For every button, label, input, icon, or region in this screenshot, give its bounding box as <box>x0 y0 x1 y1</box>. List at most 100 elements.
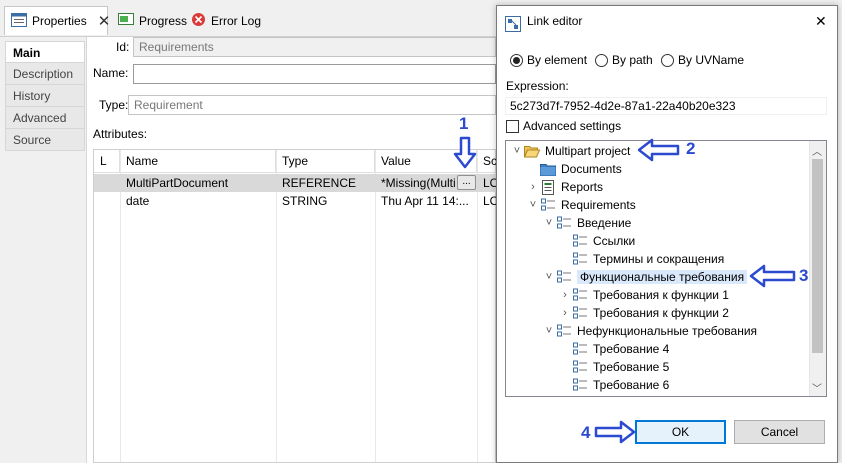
tab-progress-label: Progress <box>139 13 188 28</box>
folder-icon <box>540 161 556 177</box>
row-scope: LO <box>483 176 497 190</box>
name-field[interactable] <box>133 64 496 84</box>
requirements-icon <box>556 323 572 339</box>
view-tab-bar: Properties ✕ Progress Error Log <box>0 0 496 37</box>
header-separator <box>94 172 497 173</box>
tree-node-label: Требование 6 <box>593 378 670 392</box>
chevron-down-icon[interactable]: ˅ <box>542 217 556 229</box>
tree-node[interactable]: ˅ Введение <box>506 214 808 232</box>
close-icon[interactable]: ✕ <box>98 12 111 30</box>
tab-progress[interactable]: Progress <box>112 6 193 35</box>
ok-button[interactable]: OK <box>635 420 726 444</box>
advanced-settings-label: Advanced settings <box>523 119 622 133</box>
dialog-titlebar: Link editor ✕ <box>497 6 837 36</box>
row-type: STRING <box>282 194 328 208</box>
column-header-type[interactable]: Type <box>276 150 375 172</box>
radio-by-uvname[interactable]: By UVName <box>661 53 744 67</box>
tree-node[interactable]: Documents <box>506 160 808 178</box>
annotation-arrow-right-icon <box>594 420 636 444</box>
radio-by-element[interactable]: By element <box>510 53 587 67</box>
dialog-title: Link editor <box>527 14 583 28</box>
tree-node[interactable]: Требование 4 <box>506 340 808 358</box>
chevron-right-icon[interactable]: › <box>526 181 540 193</box>
side-tab-main[interactable]: Main <box>5 41 85 63</box>
tree-node[interactable]: Ссылки <box>506 232 808 250</box>
tree-node[interactable]: › Требования к функции 2 <box>506 304 808 322</box>
tree-node-label: Введение <box>577 216 632 230</box>
radio-by-path[interactable]: By path <box>595 53 653 67</box>
requirements-icon <box>572 251 588 267</box>
row-name: date <box>126 194 150 208</box>
tree-node[interactable]: Требование 6 <box>506 376 808 394</box>
tree-node-label: Ссылки <box>593 234 636 248</box>
chevron-down-icon[interactable]: ˅ <box>510 145 524 157</box>
row-type: REFERENCE <box>282 176 357 190</box>
radio-button[interactable] <box>595 53 608 67</box>
row-scope: LO <box>483 194 497 208</box>
expression-field[interactable]: 5c273d7f-7952-4d2e-87a1-22a40b20e323 <box>505 97 827 115</box>
type-field[interactable]: Requirement <box>128 95 496 115</box>
scroll-up-icon[interactable]: ︿ <box>812 143 822 158</box>
radio-label: By UVName <box>678 53 745 67</box>
chevron-down-icon[interactable]: ˅ <box>542 325 556 337</box>
id-label: Id: <box>116 40 130 54</box>
type-label: Type: <box>99 98 129 112</box>
close-icon[interactable]: ✕ <box>815 6 827 36</box>
scroll-down-icon[interactable]: ﹀ <box>812 380 822 395</box>
annotation-number-1: 1 <box>459 114 469 133</box>
annotation-arrow-left-icon <box>637 138 680 162</box>
annotation-arrow-left-icon <box>749 264 796 288</box>
browse-value-button[interactable]: ... <box>457 175 476 190</box>
tree-node[interactable]: › Требования к функции 1 <box>506 286 808 304</box>
tree-node[interactable]: Требование 5 <box>506 358 808 376</box>
tree-node-label: Нефункциональные требования <box>577 324 758 338</box>
chevron-down-icon[interactable]: ˅ <box>542 271 556 283</box>
radio-button-selected[interactable] <box>510 53 523 67</box>
attributes-table: L Name Type Value Sc MultiPartDocument R… <box>93 149 497 463</box>
requirements-icon <box>572 233 588 249</box>
side-tab-description[interactable]: Description <box>5 63 85 85</box>
tab-error-log-label: Error Log <box>211 13 262 28</box>
requirements-icon <box>572 359 588 375</box>
scrollbar-thumb[interactable] <box>812 159 823 353</box>
column-header-name[interactable]: Name <box>120 150 276 172</box>
column-header-l[interactable]: L <box>94 150 120 172</box>
requirements-icon <box>540 197 556 213</box>
tree-node-label: Multipart project <box>545 144 631 158</box>
tree-node-label: Требования к функции 1 <box>593 288 729 302</box>
requirements-icon <box>572 341 588 357</box>
tab-properties[interactable]: Properties ✕ <box>4 6 111 35</box>
radio-button[interactable] <box>661 53 674 67</box>
tree-node-label: Требование 4 <box>593 342 670 356</box>
annotation-number-4: 4 <box>581 423 591 442</box>
tree-node[interactable]: › Reports <box>506 178 808 196</box>
radio-label: By path <box>612 53 653 67</box>
chevron-right-icon[interactable]: › <box>558 289 572 301</box>
link-editor-dialog: Link editor ✕ By element By path By UVNa… <box>496 5 838 463</box>
chevron-right-icon[interactable]: › <box>558 307 572 319</box>
side-tab-advanced[interactable]: Advanced <box>5 107 85 129</box>
expression-label: Expression: <box>506 79 569 93</box>
requirements-icon <box>572 305 588 321</box>
requirements-icon <box>556 269 572 285</box>
tree-node-label: Documents <box>561 162 622 176</box>
report-icon <box>540 179 556 195</box>
requirements-icon <box>572 287 588 303</box>
advanced-settings-checkbox[interactable]: Advanced settings <box>506 119 621 133</box>
tree-node-label: Требование 5 <box>593 360 670 374</box>
chevron-down-icon[interactable]: ˅ <box>526 199 540 211</box>
tab-error-log[interactable]: Error Log <box>185 6 267 35</box>
side-tab-source[interactable]: Source <box>5 129 85 151</box>
id-field[interactable]: Requirements <box>133 37 496 57</box>
checkbox[interactable] <box>506 119 519 133</box>
tree-node-label: Термины и сокращения <box>593 252 725 266</box>
tree-node[interactable]: ˅ Requirements <box>506 196 808 214</box>
attributes-label: Attributes: <box>93 127 148 141</box>
side-tab-history[interactable]: History <box>5 85 85 107</box>
tree-node[interactable]: ˅ Нефункциональные требования <box>506 322 808 340</box>
side-tabs: Main Description History Advanced Source <box>5 41 85 151</box>
table-row[interactable]: date STRING Thu Apr 11 14:... LO <box>94 192 497 210</box>
cancel-button[interactable]: Cancel <box>734 420 825 444</box>
table-row[interactable]: MultiPartDocument REFERENCE *Missing(Mul… <box>94 174 497 192</box>
column-header-scope[interactable]: Sc <box>477 150 497 172</box>
